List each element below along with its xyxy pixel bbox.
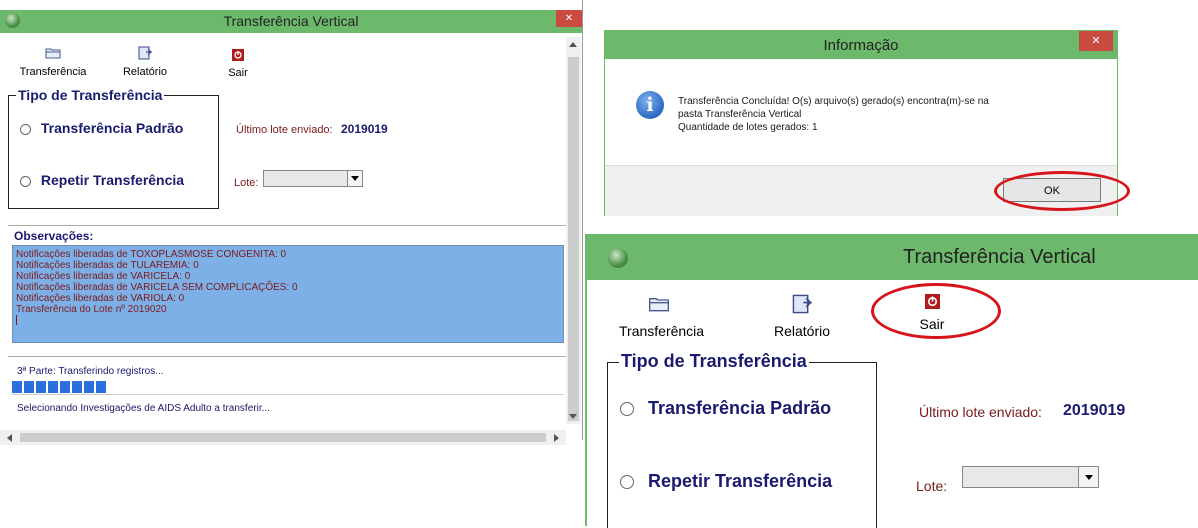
- observacoes-line: Notificações liberadas de VARICELA SEM C…: [16, 282, 298, 293]
- radio-transferencia-padrao[interactable]: Transferência Padrão: [20, 120, 183, 136]
- toolbar-relatorio-button[interactable]: Relatório: [767, 294, 837, 339]
- tipo-transferencia-group: [607, 362, 877, 528]
- dialog-message: Transferência Concluída! O(s) arquivo(s)…: [678, 95, 989, 134]
- progress-segment: [96, 381, 106, 393]
- left-window: Transferência Vertical ✕ Transferência R…: [0, 0, 583, 445]
- toolbar-transferencia-button[interactable]: Transferência: [619, 296, 705, 339]
- progress-segment: [48, 381, 58, 393]
- right-window: Transferência Vertical Transferência Rel…: [585, 234, 1198, 528]
- sair-highlight-oval: [871, 283, 1001, 339]
- left-title-bar: Transferência Vertical ✕: [0, 10, 582, 33]
- radio-transferencia-padrao[interactable]: Transferência Padrão: [620, 398, 831, 419]
- dialog-close-button[interactable]: ✕: [1079, 31, 1113, 51]
- report-icon: [138, 46, 153, 60]
- left-close-button[interactable]: ✕: [556, 10, 582, 27]
- toolbar-relatorio-button[interactable]: Relatório: [118, 46, 172, 78]
- scroll-right-icon[interactable]: [554, 434, 559, 442]
- observacoes-line: Notificações liberadas de TULAREMIA: 0: [16, 260, 199, 271]
- progress-bar: [12, 381, 564, 395]
- horizontal-scrollbar[interactable]: [0, 430, 566, 445]
- observacoes-line: Notificações liberadas de VARIOLA: 0: [16, 293, 185, 304]
- folder-icon: [45, 48, 61, 59]
- dialog-message-line: pasta Transferência Vertical: [678, 109, 802, 120]
- toolbar-sair-label: Sair: [228, 67, 248, 79]
- observacoes-textarea[interactable]: Notificações liberadas de TOXOPLASMOSE C…: [12, 245, 564, 343]
- progress-segment: [12, 381, 22, 393]
- lote-label: Lote:: [916, 478, 948, 494]
- scroll-left-icon[interactable]: [7, 434, 12, 442]
- toolbar-transferencia-label: Transferência: [19, 66, 87, 78]
- power-icon: [232, 49, 244, 61]
- toolbar-sair-button[interactable]: Sair: [226, 48, 250, 79]
- progress-segment: [60, 381, 70, 393]
- app-globe-icon: [608, 248, 628, 268]
- folder-icon: [649, 298, 669, 312]
- ultimo-lote-value: 2019019: [341, 122, 388, 136]
- progress-segment: [72, 381, 82, 393]
- radio-padrao-label: Transferência Padrão: [40, 120, 184, 136]
- radio-repetir-indicator[interactable]: [20, 175, 31, 187]
- radio-padrao-label: Transferência Padrão: [648, 398, 832, 418]
- radio-repetir-label: Repetir Transferência: [40, 172, 185, 188]
- vertical-scrollbar[interactable]: [566, 37, 581, 424]
- observacoes-line: Notificações liberadas de VARICELA: 0: [16, 271, 191, 282]
- radio-repetir-transferencia[interactable]: Repetir Transferência: [620, 471, 832, 492]
- ultimo-lote-value: 2019019: [1063, 402, 1126, 419]
- vertical-scroll-thumb[interactable]: [568, 57, 579, 421]
- ultimo-lote-label: Último lote enviado:: [236, 124, 333, 136]
- tipo-transferencia-legend: Tipo de Transferência: [619, 351, 809, 372]
- status-part-text: 3ª Parte: Transferindo registros...: [17, 366, 164, 377]
- status-detail-text: Selecionando Investigações de AIDS Adult…: [17, 403, 270, 414]
- scroll-up-icon[interactable]: [569, 42, 577, 47]
- observacoes-divider: [8, 225, 566, 226]
- radio-repetir-label: Repetir Transferência: [648, 471, 833, 491]
- left-window-title: Transferência Vertical: [223, 13, 359, 29]
- radio-repetir-transferencia[interactable]: Repetir Transferência: [20, 172, 184, 188]
- tipo-transferencia-legend: Tipo de Transferência: [16, 87, 165, 103]
- info-icon: i: [636, 91, 664, 119]
- text-cursor: [16, 315, 17, 325]
- radio-padrao-indicator[interactable]: [20, 123, 31, 135]
- progress-segment: [36, 381, 46, 393]
- scroll-down-icon[interactable]: [569, 414, 577, 419]
- observacoes-label: Observações:: [14, 229, 94, 243]
- tipo-transferencia-group: [8, 95, 219, 209]
- observacoes-line: Transferência do Lote nº 2019020: [16, 304, 167, 315]
- dialog-message-line: Quantidade de lotes gerados: 1: [678, 122, 818, 133]
- toolbar-relatorio-label: Relatório: [773, 323, 831, 339]
- status-divider: [8, 356, 566, 357]
- dialog-message-line: Transferência Concluída! O(s) arquivo(s)…: [678, 96, 989, 107]
- progress-fill: [12, 381, 106, 393]
- toolbar-transferencia-label: Transferência: [619, 323, 705, 339]
- chevron-down-icon[interactable]: [1078, 467, 1098, 487]
- dialog-title: Informação: [823, 37, 899, 54]
- toolbar-relatorio-label: Relatório: [122, 66, 168, 78]
- radio-padrao-indicator[interactable]: [620, 402, 634, 417]
- lote-select[interactable]: [962, 466, 1099, 488]
- horizontal-scroll-thumb[interactable]: [20, 433, 546, 442]
- progress-segment: [84, 381, 94, 393]
- ok-highlight-oval: [994, 171, 1130, 211]
- report-icon: [792, 294, 813, 314]
- right-window-title: Transferência Vertical: [903, 246, 1096, 268]
- ultimo-lote-label: Último lote enviado:: [919, 404, 1042, 420]
- toolbar-transferencia-button[interactable]: Transferência: [18, 46, 88, 78]
- observacoes-line: Notificações liberadas de TOXOPLASMOSE C…: [16, 249, 287, 260]
- lote-label: Lote:: [234, 177, 259, 189]
- chevron-down-icon[interactable]: [347, 171, 362, 186]
- lote-select[interactable]: [263, 170, 363, 187]
- progress-segment: [24, 381, 34, 393]
- dialog-title-bar: Informação ✕: [605, 31, 1117, 59]
- right-title-bar: Transferência Vertical: [587, 234, 1198, 280]
- radio-repetir-indicator[interactable]: [620, 475, 634, 490]
